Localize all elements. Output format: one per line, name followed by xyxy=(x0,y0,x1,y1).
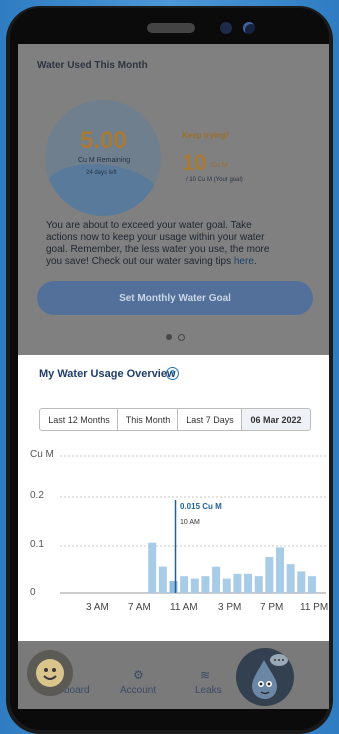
leaks-icon[interactable]: ≋ xyxy=(200,668,210,682)
x-tick-7pm: 7 PM xyxy=(260,602,284,613)
x-tick-11pm: 11 PM xyxy=(300,602,329,613)
bar-11-pm xyxy=(307,576,316,593)
water-drop-mascot-icon xyxy=(252,654,288,699)
chart-bars xyxy=(148,542,316,593)
bar-8-pm xyxy=(276,547,284,593)
x-tick-7am: 7 AM xyxy=(128,602,151,613)
x-tick-11am: 11 AM xyxy=(170,602,198,613)
bar-3-pm xyxy=(222,578,231,593)
bar-1-pm xyxy=(201,576,210,593)
water-drop-assistant-button[interactable] xyxy=(236,648,294,706)
x-tick-3pm: 3 PM xyxy=(218,602,242,613)
bar-10-pm xyxy=(297,571,306,593)
nav-leaks[interactable]: Leaks xyxy=(195,685,222,696)
bar-9-am xyxy=(158,566,167,593)
usage-chart xyxy=(60,455,326,594)
bar-8-am xyxy=(148,542,157,593)
bar-7-pm xyxy=(265,557,274,593)
x-tick-3am: 3 AM xyxy=(86,602,109,613)
feedback-smiley-button[interactable] xyxy=(27,650,73,696)
tooltip-value: 0.015 Cu M xyxy=(180,502,222,511)
bar-11-am xyxy=(180,576,189,593)
bar-9-pm xyxy=(286,564,295,593)
smiley-icon xyxy=(36,659,64,687)
bar-6-pm xyxy=(254,576,263,593)
tooltip-time: 10 AM xyxy=(180,519,200,526)
account-icon[interactable]: ⚙ xyxy=(133,668,144,682)
nav-account[interactable]: Account xyxy=(120,685,156,696)
bar-2-pm xyxy=(212,566,221,593)
bar-5-pm xyxy=(244,573,253,593)
bar-4-pm xyxy=(233,573,242,593)
bar-12-pm xyxy=(190,578,199,593)
bar-10-am xyxy=(169,581,178,593)
